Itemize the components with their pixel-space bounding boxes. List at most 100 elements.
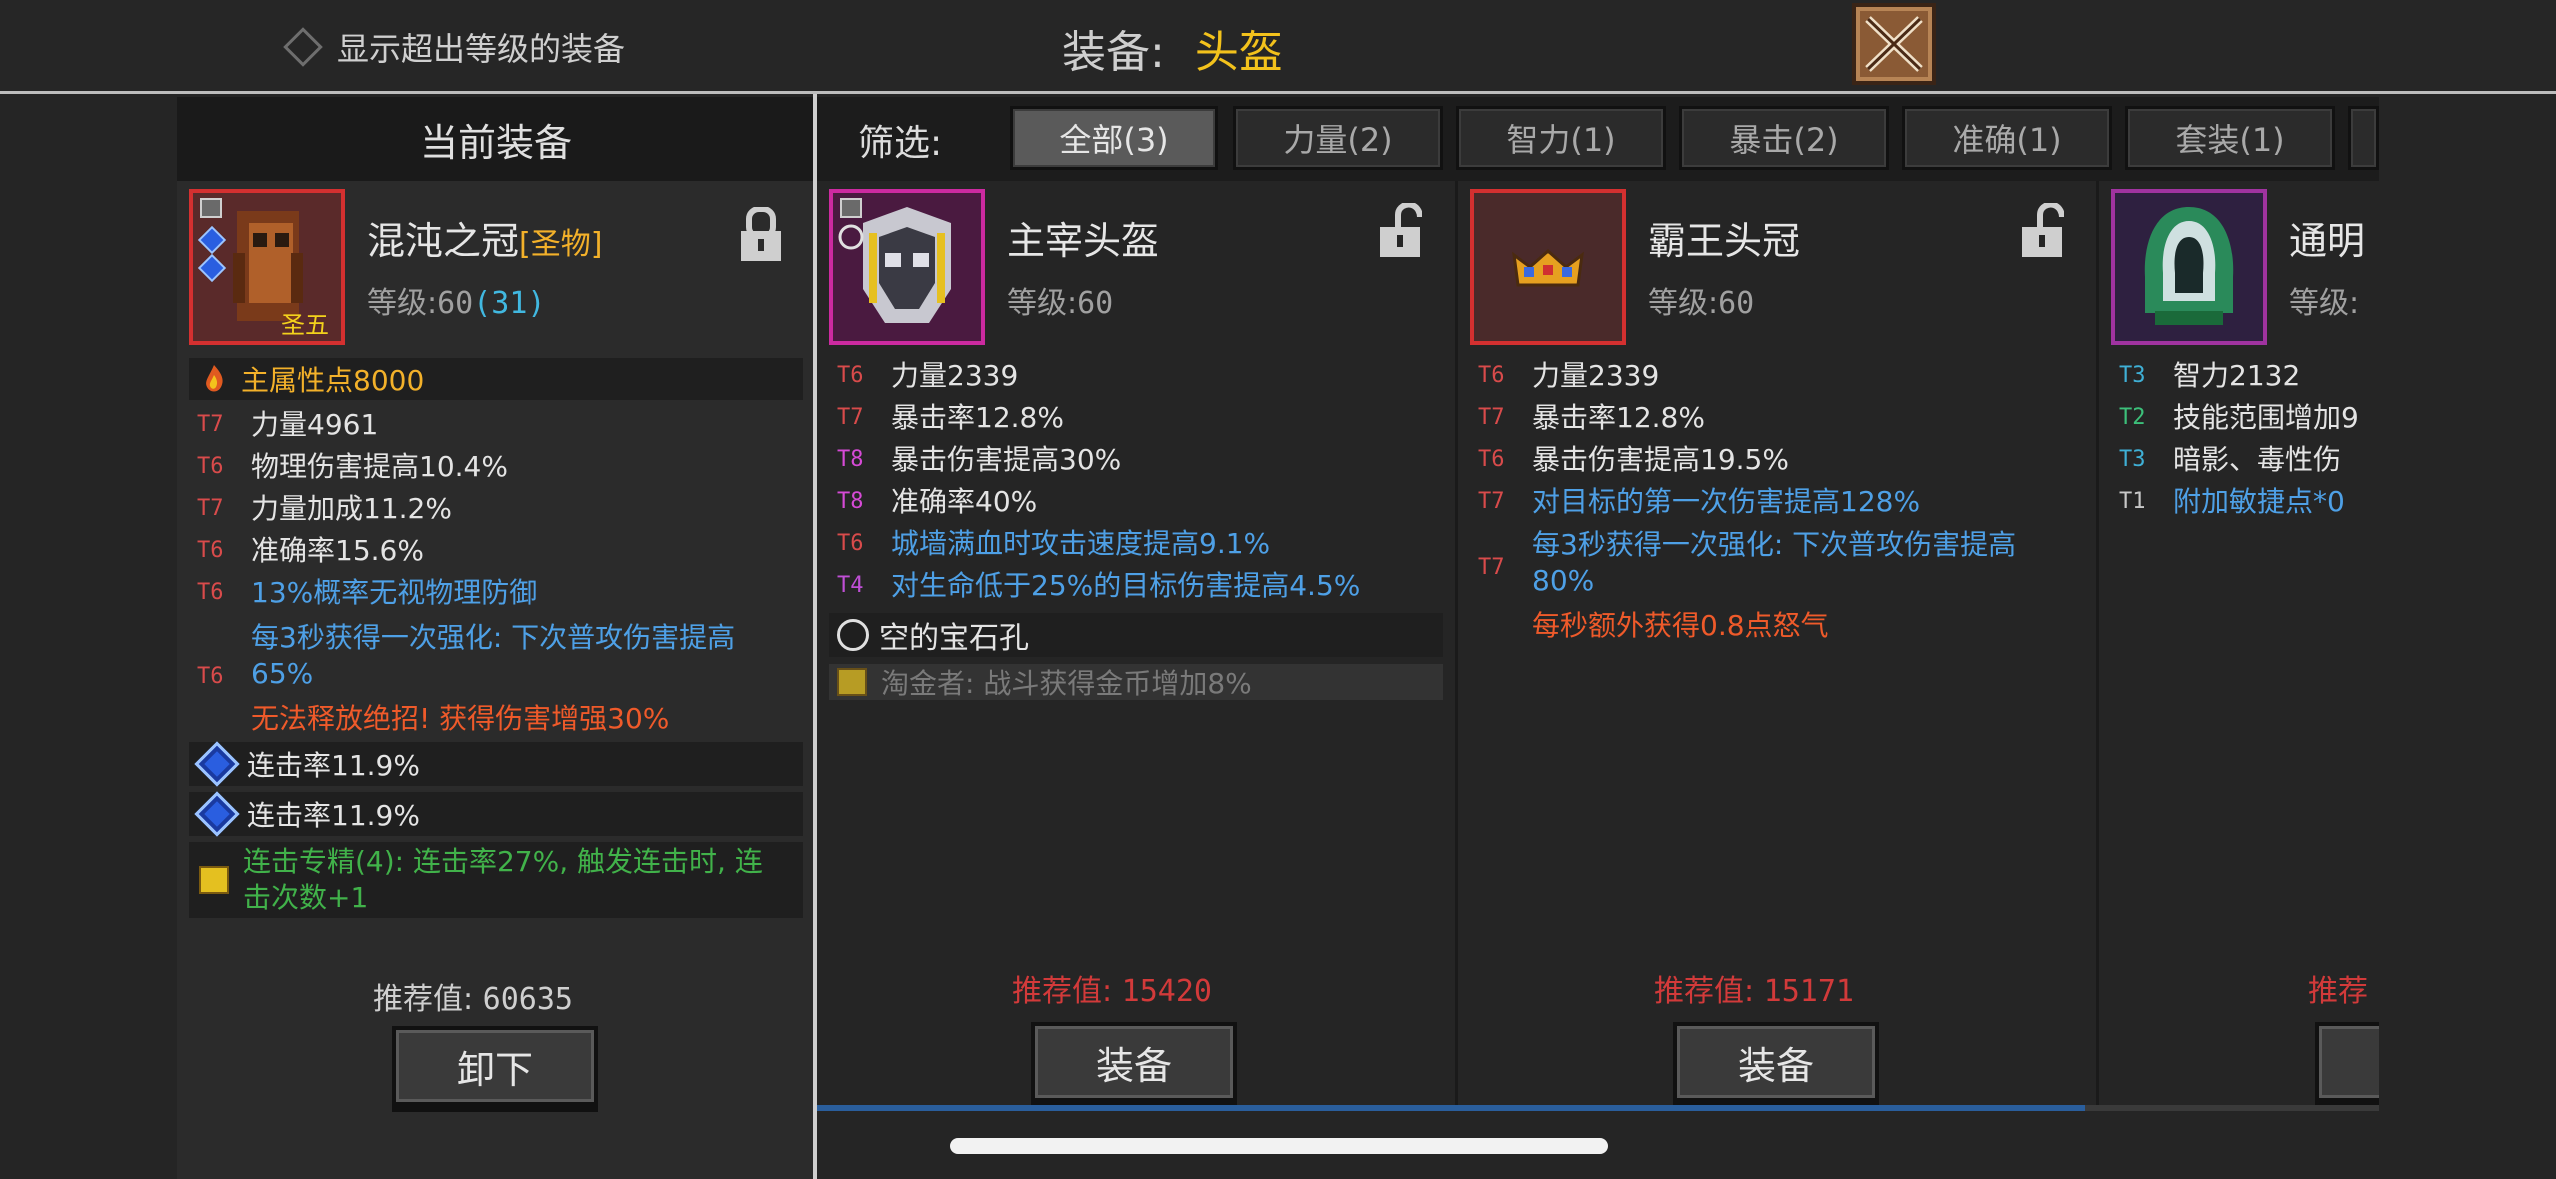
item-level: 等级:60 bbox=[1648, 278, 1754, 322]
recommend-value: 15420 bbox=[1121, 974, 1212, 1009]
stat-tier: T6 bbox=[1478, 363, 1505, 388]
horizontal-scrollbar[interactable] bbox=[817, 1105, 2379, 1111]
special-effect-text: 每3秒获得一次强化: 下次普攻伤害提高80% bbox=[1532, 528, 2017, 597]
item-recommend: 推荐值: 15171 bbox=[1654, 966, 1854, 1010]
stat-text: 暴击伤害提高30% bbox=[891, 443, 1122, 476]
stat-row: T6 13%概率无视物理防御 bbox=[197, 572, 537, 614]
equip-button[interactable] bbox=[2315, 1022, 2379, 1102]
level-label: 等级: bbox=[1007, 286, 1078, 321]
tab-crit[interactable]: 暴击(2) bbox=[1679, 106, 1889, 170]
item-stats-list: T6 力量2339 T7 暴击率12.8% T8 暴击伤害提高30% T8 准确率40%… bbox=[837, 355, 1360, 607]
stat-row: T6 物理伤害提高10.4% bbox=[197, 446, 537, 488]
gem-text: 连击率11.9% bbox=[247, 749, 420, 782]
tab-overflow[interactable] bbox=[2348, 106, 2379, 170]
unlock-icon[interactable] bbox=[2020, 203, 2064, 259]
stat-row: T7 暴击率12.8% bbox=[1478, 397, 1920, 439]
item-icon[interactable] bbox=[829, 189, 985, 345]
tab-set[interactable]: 套装(1) bbox=[2125, 106, 2335, 170]
level-value: 60 bbox=[1718, 286, 1755, 321]
stat-tier: T6 bbox=[197, 538, 224, 563]
level-value: 60 bbox=[437, 286, 474, 321]
filter-label: 筛选: bbox=[858, 123, 943, 164]
stat-tier: T4 bbox=[837, 573, 864, 598]
stat-text: 城墙满血时攻击速度提高9.1% bbox=[891, 527, 1271, 560]
item-name: 主宰头盔 bbox=[1007, 219, 1160, 263]
current-recommend: 推荐值: 60635 bbox=[373, 974, 573, 1018]
page-title-label: 装备: bbox=[1062, 27, 1165, 78]
overlord-helmet-icon bbox=[838, 198, 951, 323]
gem-row: 连击率11.9% bbox=[189, 741, 803, 787]
level-label: 等级: bbox=[1648, 286, 1719, 321]
show-over-level-toggle[interactable]: 显示超出等级的装备 bbox=[283, 22, 625, 72]
stat-row: T8 准确率40% bbox=[837, 481, 1360, 523]
stat-row: T7 暴击率12.8% bbox=[837, 397, 1360, 439]
tab-strength[interactable]: 力量(2) bbox=[1233, 106, 1443, 170]
main-attribute-row: 主属性点8000 bbox=[189, 358, 803, 400]
stat-row: T6 城墙满血时攻击速度提高9.1% bbox=[837, 523, 1360, 565]
item-recommend: 推荐值: 15420 bbox=[1012, 966, 1212, 1010]
stat-tier: T7 bbox=[837, 405, 864, 430]
stat-text: 13%概率无视物理防御 bbox=[251, 576, 538, 609]
stat-row: T4 对生命低于25%的目标伤害提高4.5% bbox=[837, 565, 1360, 607]
recommend-label: 推荐值: bbox=[1654, 974, 1755, 1009]
overlord-crown-icon bbox=[1512, 248, 1584, 287]
level-extra: (31) bbox=[473, 286, 546, 321]
current-stats-list: T7 力量4961 T6 物理伤害提高10.4% T7 力量加成11.2% T6 准确率… bbox=[197, 404, 537, 614]
stat-row: T1 附加敏捷点*0 bbox=[2119, 481, 2359, 523]
special-penalty-text: 无法释放绝招! 获得伤害增强30% bbox=[251, 702, 670, 735]
stat-row: T7 力量4961 bbox=[197, 404, 537, 446]
scrollbar-thumb[interactable] bbox=[817, 1105, 2085, 1111]
tab-intelligence[interactable]: 智力(1) bbox=[1456, 106, 1666, 170]
current-item-icon[interactable]: 圣五 bbox=[189, 189, 345, 345]
home-indicator[interactable] bbox=[950, 1138, 1608, 1154]
checkbox-diamond-icon[interactable] bbox=[283, 27, 323, 67]
set-book-icon bbox=[199, 866, 229, 894]
set-bonus-row: 连击专精(4): 连击率27%, 触发连击时, 连击次数+1 bbox=[189, 842, 803, 918]
main-attribute-text: 主属性点8000 bbox=[241, 364, 425, 397]
stat-text: 力量加成11.2% bbox=[251, 492, 452, 525]
level-value: 60 bbox=[1077, 286, 1114, 321]
tab-accuracy[interactable]: 准确(1) bbox=[1902, 106, 2112, 170]
recommend-label: 推荐值: bbox=[373, 982, 474, 1017]
socket-text: 空的宝石孔 bbox=[879, 621, 1029, 656]
special-effect-row: T6 每3秒获得一次强化: 下次普攻伤害提高65% bbox=[197, 620, 797, 698]
stat-text: 暴击率12.8% bbox=[1532, 401, 1705, 434]
item-card[interactable]: 通明 等级: T3 智力2132 T2 技能范围增加9 T3 暗影、毒性伤 T1 附加敏… bbox=[2099, 181, 2379, 1106]
lock-icon[interactable] bbox=[739, 207, 783, 263]
item-level: 等级: bbox=[2289, 286, 2360, 321]
close-button[interactable] bbox=[1852, 3, 1936, 85]
item-icon[interactable] bbox=[2111, 189, 2267, 345]
special-effect-row: T7 每3秒获得一次强化: 下次普攻伤害提高80% bbox=[1478, 527, 2078, 599]
equip-button[interactable]: 装备 bbox=[1673, 1022, 1879, 1102]
stat-row: T7 力量加成11.2% bbox=[197, 488, 537, 530]
set-book-icon bbox=[837, 668, 867, 696]
unlock-icon[interactable] bbox=[1378, 203, 1422, 259]
socket-row: 空的宝石孔 bbox=[829, 613, 1443, 657]
equip-button[interactable]: 装备 bbox=[1031, 1022, 1237, 1102]
current-equipment-heading: 当前装备 bbox=[177, 97, 815, 181]
item-icon[interactable] bbox=[1470, 189, 1626, 345]
set-bonus-text: 连击专精(4): 连击率27%, 触发连击时, 连击次数+1 bbox=[243, 845, 763, 914]
stat-tier: T7 bbox=[197, 496, 224, 521]
stat-row: T8 暴击伤害提高30% bbox=[837, 439, 1360, 481]
blue-gem-icon bbox=[194, 791, 240, 837]
stat-row: T6 力量2339 bbox=[1478, 355, 1920, 397]
gem-row: 连击率11.9% bbox=[189, 791, 803, 837]
stat-text: 力量2339 bbox=[891, 359, 1019, 392]
stat-tier: T6 bbox=[837, 363, 864, 388]
stat-text: 准确率40% bbox=[891, 485, 1038, 518]
stat-row: T3 暗影、毒性伤 bbox=[2119, 439, 2359, 481]
current-item-name-text: 混沌之冠 bbox=[367, 219, 520, 263]
recommend-label: 推荐值: bbox=[1012, 974, 1113, 1009]
item-grade-badge: 圣五 bbox=[281, 311, 329, 339]
unequip-button[interactable]: 卸下 bbox=[392, 1026, 598, 1106]
page-title-value: 头盔 bbox=[1194, 27, 1283, 78]
special-effect-text: 每3秒获得一次强化: 下次普攻伤害提高65% bbox=[251, 621, 736, 690]
tab-all[interactable]: 全部(3) bbox=[1010, 106, 1218, 170]
stat-text: 智力2132 bbox=[2173, 359, 2301, 392]
rarity-tag: [圣物] bbox=[519, 227, 603, 262]
stat-text: 暗影、毒性伤 bbox=[2173, 443, 2342, 476]
recommend-value: 15171 bbox=[1763, 974, 1854, 1009]
stat-tier: T7 bbox=[197, 412, 224, 437]
stat-row: T6 准确率15.6% bbox=[197, 530, 537, 572]
